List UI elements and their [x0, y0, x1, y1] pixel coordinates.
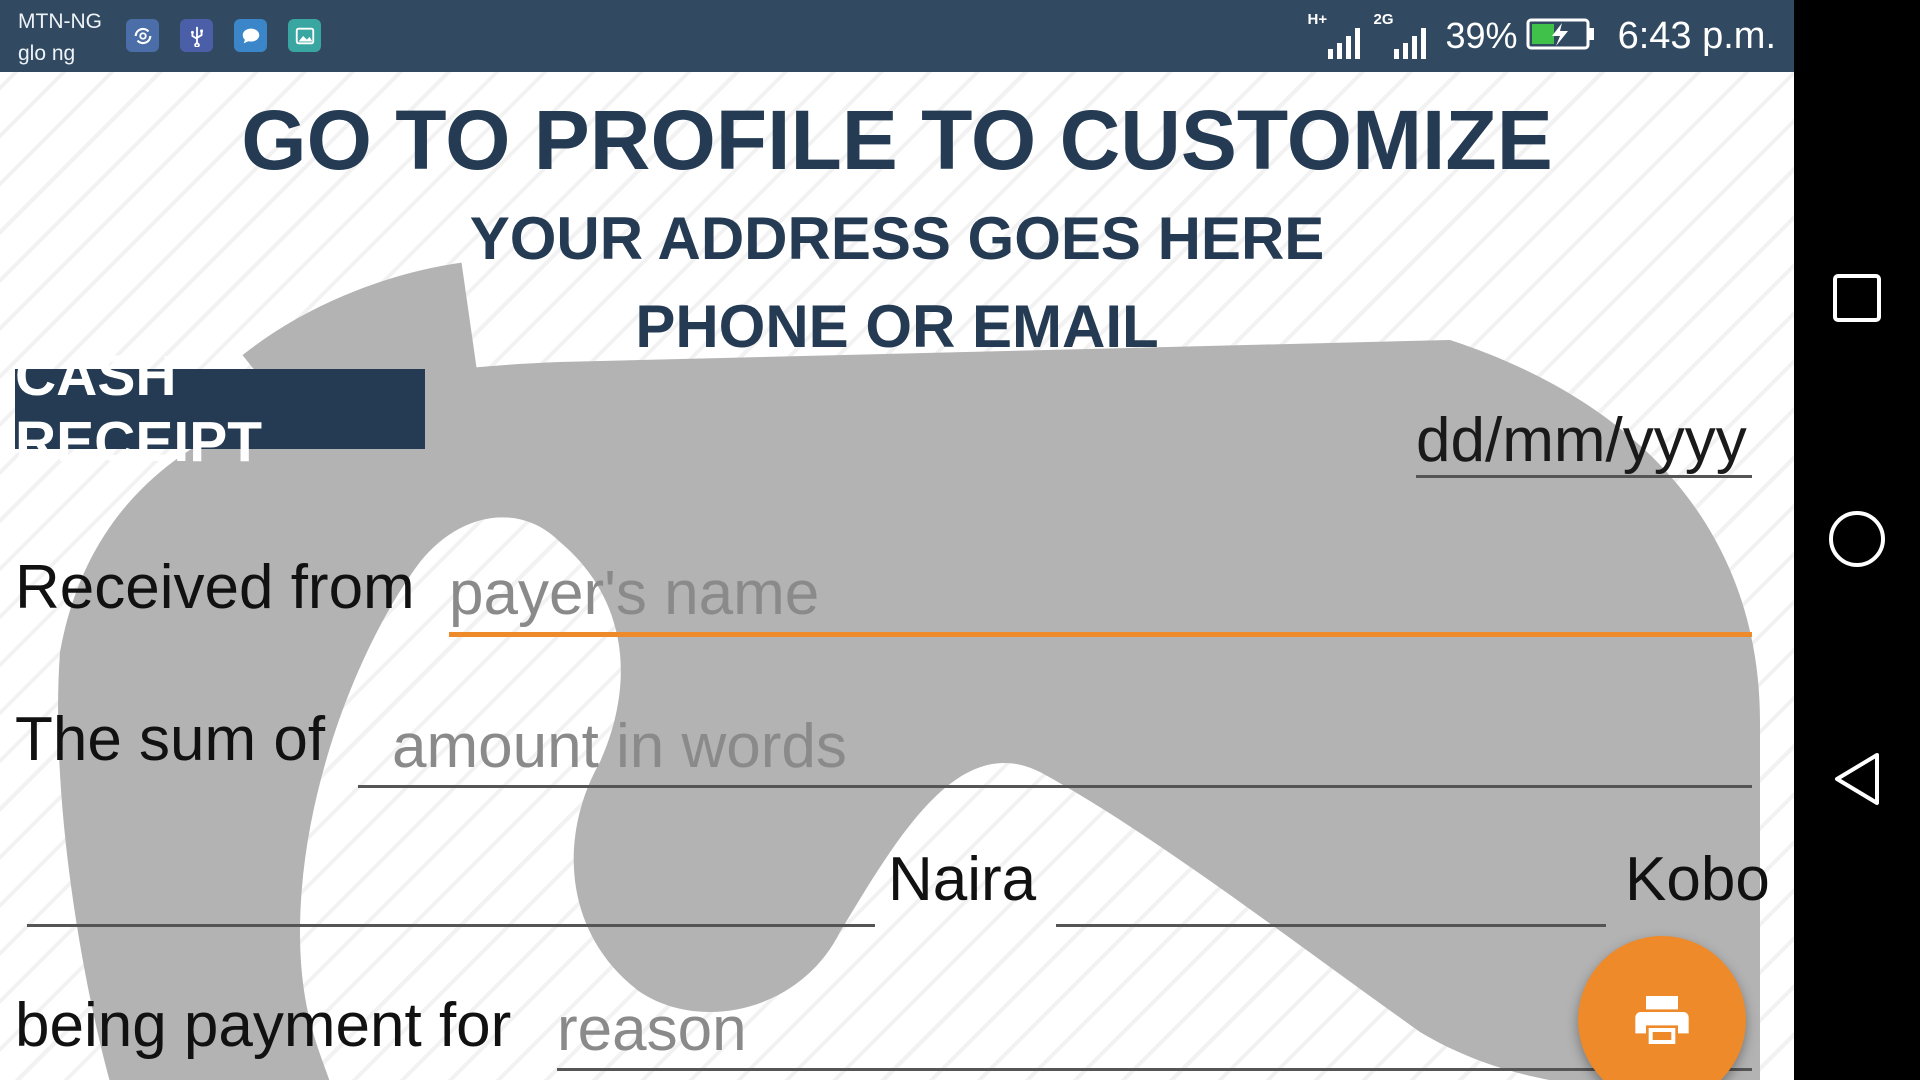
company-name: GO TO PROFILE TO CUSTOMIZE: [241, 93, 1553, 187]
status-indicators: H+ 2G 39% 6:43 p.m.: [1308, 10, 1776, 62]
reason-field[interactable]: [557, 990, 1752, 1071]
signal-icon: H+: [1308, 11, 1366, 59]
carrier-primary: MTN-NG: [18, 10, 102, 33]
received-from-label: Received from: [15, 553, 415, 622]
naira-amount-field[interactable]: [27, 850, 875, 927]
amount-in-words-field[interactable]: [358, 708, 1752, 788]
back-icon[interactable]: [1824, 746, 1890, 812]
payer-name-field[interactable]: [449, 554, 1752, 637]
home-icon[interactable]: [1824, 506, 1890, 572]
naira-label: Naira: [888, 845, 1037, 914]
usb-icon[interactable]: [180, 19, 213, 52]
receipt-form: GO TO PROFILE TO CUSTOMIZE YOUR ADDRESS …: [0, 72, 1794, 1080]
status-bar: MTN-NG glo ng H+ 2G 39% 6:43 p.m.: [0, 0, 1794, 72]
signal-icon: 2G: [1374, 11, 1432, 59]
sync-icon[interactable]: [126, 19, 159, 52]
recents-icon[interactable]: [1824, 265, 1890, 331]
notification-icons: [126, 19, 321, 52]
print-icon: [1635, 996, 1689, 1044]
payment-for-label: being payment for: [15, 991, 512, 1060]
message-icon[interactable]: [234, 19, 267, 52]
carrier-secondary: glo ng: [18, 42, 76, 65]
kobo-label: Kobo: [1625, 845, 1770, 914]
date-field[interactable]: [1416, 405, 1752, 478]
image-icon[interactable]: [288, 19, 321, 52]
battery-charging-icon: [1526, 17, 1596, 56]
kobo-amount-field[interactable]: [1056, 850, 1606, 927]
navigation-bar: [1794, 0, 1920, 1080]
company-address: YOUR ADDRESS GOES HERE: [469, 205, 1325, 272]
sum-of-label: The sum of: [15, 705, 326, 774]
battery-percentage: 39%: [1445, 15, 1518, 56]
clock: 6:43 p.m.: [1617, 14, 1776, 57]
receipt-title-badge: CASH RECEIPT: [15, 344, 425, 474]
